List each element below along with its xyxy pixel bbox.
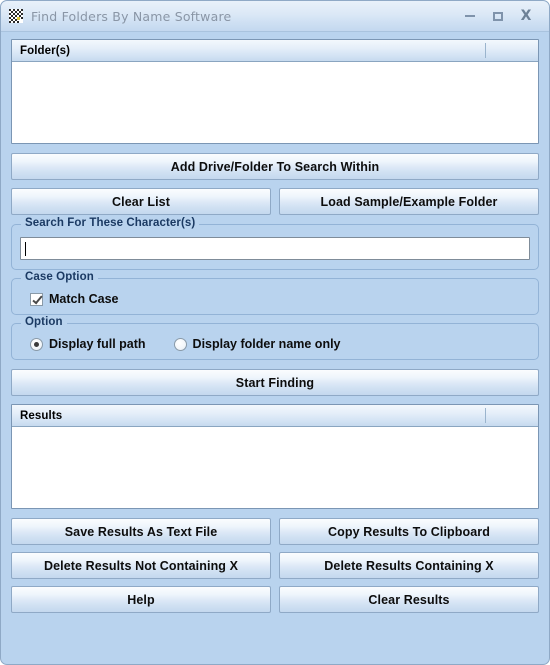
app-folder-search-icon — [8, 8, 24, 24]
results-actions-row-1: Save Results As Text File Copy Results T… — [11, 518, 539, 545]
match-case-label: Match Case — [49, 292, 119, 306]
text-caret — [25, 241, 26, 256]
maximize-icon — [493, 11, 503, 21]
match-case-checkbox-item[interactable]: Match Case — [30, 292, 118, 306]
folders-list-body[interactable] — [12, 62, 538, 143]
radio-full-path-label: Display full path — [49, 337, 146, 351]
search-group-title: Search For These Character(s) — [21, 217, 200, 229]
help-button[interactable]: Help — [11, 586, 271, 613]
add-drive-folder-button[interactable]: Add Drive/Folder To Search Within — [11, 153, 539, 180]
display-option-row: Display full path Display folder name on… — [20, 334, 530, 354]
search-input[interactable] — [20, 237, 530, 260]
list-actions-row: Clear List Load Sample/Example Folder — [11, 188, 539, 215]
folders-column-divider[interactable] — [485, 43, 486, 58]
case-group-title: Case Option — [21, 271, 98, 283]
results-list-body[interactable] — [12, 427, 538, 508]
case-option-group: Case Option Match Case — [11, 271, 539, 315]
folders-listbox[interactable]: Folder(s) — [11, 39, 539, 144]
results-actions-row-3: Help Clear Results — [11, 586, 539, 613]
results-column-header: Results — [20, 409, 63, 422]
radio-full-path-indicator[interactable] — [30, 337, 43, 351]
window-controls: X — [457, 5, 539, 27]
results-listbox[interactable]: Results — [11, 404, 539, 509]
delete-results-not-containing-button[interactable]: Delete Results Not Containing X — [11, 552, 271, 579]
delete-results-containing-button[interactable]: Delete Results Containing X — [279, 552, 539, 579]
minimize-icon — [465, 15, 475, 17]
folders-column-header: Folder(s) — [20, 44, 71, 57]
option-group-title: Option — [21, 316, 67, 328]
radio-folder-name-label: Display folder name only — [192, 337, 341, 351]
title-bar: Find Folders By Name Software X — [1, 1, 549, 32]
close-button[interactable]: X — [513, 5, 539, 27]
radio-display-folder-name-only[interactable]: Display folder name only — [173, 337, 341, 351]
folders-list-header: Folder(s) — [12, 40, 538, 62]
results-list-header: Results — [12, 405, 538, 427]
maximize-button[interactable] — [485, 5, 511, 27]
minimize-button[interactable] — [457, 5, 483, 27]
case-option-row: Match Case — [20, 289, 530, 309]
client-area: Folder(s) Add Drive/Folder To Search Wit… — [1, 32, 549, 664]
search-characters-group: Search For These Character(s) — [11, 217, 539, 270]
display-option-group: Option Display full path Display folder … — [11, 316, 539, 360]
radio-display-full-path[interactable]: Display full path — [30, 337, 146, 351]
load-sample-folder-button[interactable]: Load Sample/Example Folder — [279, 188, 539, 215]
results-column-divider[interactable] — [485, 408, 486, 423]
radio-folder-name-indicator[interactable] — [173, 337, 187, 351]
clear-list-button[interactable]: Clear List — [11, 188, 271, 215]
results-actions-row-2: Delete Results Not Containing X Delete R… — [11, 552, 539, 579]
match-case-checkbox[interactable] — [30, 292, 43, 306]
copy-results-button[interactable]: Copy Results To Clipboard — [279, 518, 539, 545]
window-title: Find Folders By Name Software — [31, 8, 232, 24]
save-results-button[interactable]: Save Results As Text File — [11, 518, 271, 545]
clear-results-button[interactable]: Clear Results — [279, 586, 539, 613]
start-finding-button[interactable]: Start Finding — [11, 369, 539, 396]
application-window: Find Folders By Name Software X Folder(s… — [0, 0, 550, 665]
